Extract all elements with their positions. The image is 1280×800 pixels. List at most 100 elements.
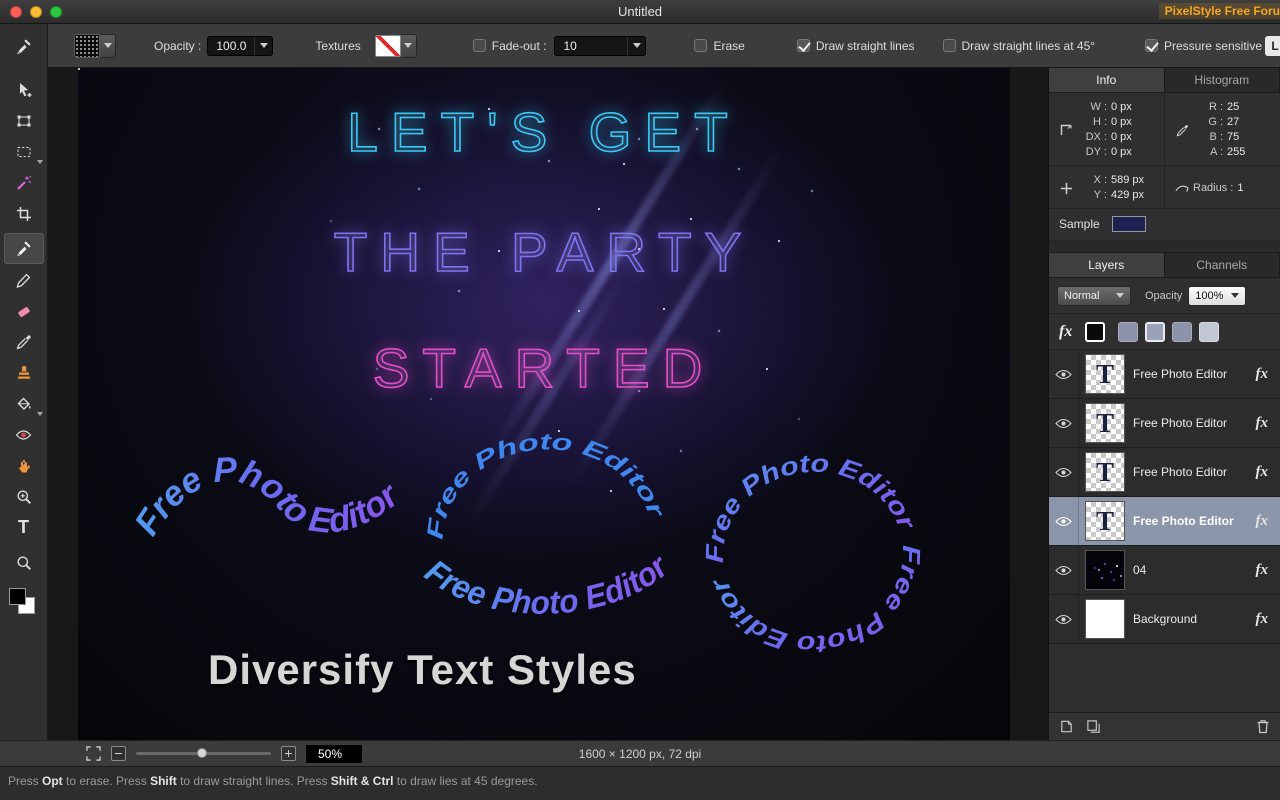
draw-straight-lines-label: Draw straight lines <box>816 39 915 53</box>
info-position: X :589 px Y :429 px Radius : 1 <box>1049 166 1280 209</box>
opacity-dropdown-button[interactable] <box>254 37 272 55</box>
rect-select-tool[interactable] <box>4 136 44 167</box>
opacity-label: Opacity : <box>154 39 201 53</box>
fadeout-checkbox[interactable] <box>473 39 486 52</box>
layer-fx-button[interactable]: fx <box>1256 415 1269 432</box>
layer-row[interactable]: Background fx <box>1049 595 1280 644</box>
move-tool[interactable] <box>4 74 44 105</box>
erase-checkbox[interactable] <box>694 39 707 52</box>
transform-tool[interactable] <box>4 105 44 136</box>
tab-channels[interactable]: Channels <box>1165 253 1280 277</box>
fit-screen-button[interactable] <box>86 746 101 761</box>
style-preset-2[interactable] <box>1145 322 1165 342</box>
zoom-out-button[interactable] <box>111 746 126 761</box>
headline-line-2: THE PARTY <box>78 220 1010 284</box>
layer-visibility-toggle[interactable] <box>1049 546 1079 594</box>
layer-row[interactable]: 04 fx <box>1049 546 1280 595</box>
texture-swatch[interactable] <box>375 35 401 57</box>
status-key-shift-ctrl: Shift & Ctrl <box>331 774 394 788</box>
hand-tool[interactable] <box>4 450 44 481</box>
layer-thumbnail[interactable]: T <box>1085 452 1125 492</box>
radius-label: Radius : <box>1193 182 1233 194</box>
chevron-down-icon <box>1231 293 1239 298</box>
draw-45-checkbox[interactable] <box>943 39 956 52</box>
layer-fx-button[interactable]: fx <box>1256 611 1269 628</box>
sample-color-swatch[interactable] <box>1112 216 1146 232</box>
info-dx-value: 0 px <box>1111 131 1132 143</box>
magnifier-tool[interactable] <box>4 547 44 578</box>
text-tool[interactable]: T <box>4 512 44 543</box>
warped-text-circle-center: Free Photo Editor Free Photo Editor <box>413 428 683 643</box>
pressure-sensitive-checkbox[interactable] <box>1145 39 1158 52</box>
layer-thumbnail[interactable]: T <box>1085 501 1125 541</box>
zoom-in-button[interactable] <box>281 746 296 761</box>
brush-dropdown-button[interactable] <box>100 34 116 58</box>
pencil-tool[interactable] <box>4 264 44 295</box>
style-preset-1[interactable] <box>1118 322 1138 342</box>
zoom-plus-tool[interactable] <box>4 481 44 512</box>
erase-label: Erase <box>713 39 744 53</box>
layer-style-row: fx <box>1049 314 1280 350</box>
fadeout-dropdown-button[interactable] <box>627 37 645 55</box>
magic-wand-tool[interactable] <box>4 167 44 198</box>
layer-opacity-select[interactable]: 100% <box>1188 286 1246 306</box>
tab-layers[interactable]: Layers <box>1049 253 1165 277</box>
promo-link[interactable]: PixelStyle Free Foru <box>1159 3 1280 19</box>
draw-45-label: Draw straight lines at 45° <box>962 39 1096 53</box>
layer-thumbnail[interactable]: T <box>1085 403 1125 443</box>
red-eye-tool[interactable] <box>4 419 44 450</box>
style-preset-black[interactable] <box>1085 322 1105 342</box>
new-layer-button[interactable] <box>1059 719 1074 734</box>
layer-row[interactable]: T Free Photo Editor fx <box>1049 448 1280 497</box>
layer-row[interactable]: T Free Photo Editor fx <box>1049 399 1280 448</box>
layer-visibility-toggle[interactable] <box>1049 350 1079 398</box>
layer-thumbnail[interactable] <box>1085 550 1125 590</box>
canvas[interactable]: LET'S GET THE PARTY STARTED Free Photo E… <box>78 68 1010 740</box>
layer-fx-button[interactable]: fx <box>1256 464 1269 481</box>
stamp-tool[interactable] <box>4 357 44 388</box>
layer-visibility-toggle[interactable] <box>1049 497 1079 545</box>
paintbrush-tool[interactable] <box>4 233 44 264</box>
chevron-down-icon <box>404 43 412 48</box>
layer-thumbnail[interactable]: T <box>1085 354 1125 394</box>
fadeout-select[interactable]: 10 <box>554 36 646 56</box>
duplicate-layer-button[interactable] <box>1086 719 1101 734</box>
dimensions-icon <box>1055 100 1077 160</box>
paint-bucket-tool[interactable] <box>4 388 44 419</box>
blend-mode-select[interactable]: Normal <box>1057 286 1131 306</box>
delete-layer-button[interactable] <box>1256 719 1270 734</box>
draw-straight-lines-checkbox[interactable] <box>797 39 810 52</box>
layer-thumbnail[interactable] <box>1085 599 1125 639</box>
layer-fx-button[interactable]: fx <box>1256 366 1269 383</box>
zoom-slider-knob[interactable] <box>197 748 207 758</box>
crop-tool[interactable] <box>4 198 44 229</box>
layer-row-selected[interactable]: T Free Photo Editor fx <box>1049 497 1280 546</box>
zoom-value-field[interactable]: 50% <box>306 745 362 763</box>
style-preset-3[interactable] <box>1172 322 1192 342</box>
eraser-tool[interactable] <box>4 295 44 326</box>
zoom-slider[interactable] <box>136 752 271 755</box>
layer-visibility-toggle[interactable] <box>1049 448 1079 496</box>
tab-histogram[interactable]: Histogram <box>1165 68 1280 92</box>
style-preset-4[interactable] <box>1199 322 1219 342</box>
duplicate-icon <box>1086 719 1101 734</box>
opacity-field[interactable]: 100.0 <box>207 36 273 56</box>
pressure-sensitive-label: Pressure sensitive <box>1164 39 1262 53</box>
layer-visibility-toggle[interactable] <box>1049 595 1079 643</box>
texture-dropdown-button[interactable] <box>401 34 417 58</box>
color-swatches[interactable] <box>4 586 44 628</box>
foreground-color-swatch[interactable] <box>9 588 26 605</box>
layer-row[interactable]: T Free Photo Editor fx <box>1049 350 1280 399</box>
layer-fx-button[interactable]: fx <box>1256 562 1269 579</box>
tab-info[interactable]: Info <box>1049 68 1165 92</box>
brush-preview[interactable] <box>74 34 100 58</box>
paint-bucket-icon <box>16 396 32 412</box>
eyedropper-tool[interactable] <box>4 326 44 357</box>
paintbrush-icon <box>15 38 32 55</box>
info-g-value: 27 <box>1227 116 1239 128</box>
layer-fx-button[interactable]: fx <box>1256 513 1269 530</box>
layer-visibility-toggle[interactable] <box>1049 399 1079 447</box>
window-title: Untitled <box>0 4 1280 19</box>
options-toolbar: Opacity : 100.0 Textures Fade-out : 10 E… <box>48 24 1280 68</box>
clipped-button[interactable]: L <box>1265 36 1280 56</box>
